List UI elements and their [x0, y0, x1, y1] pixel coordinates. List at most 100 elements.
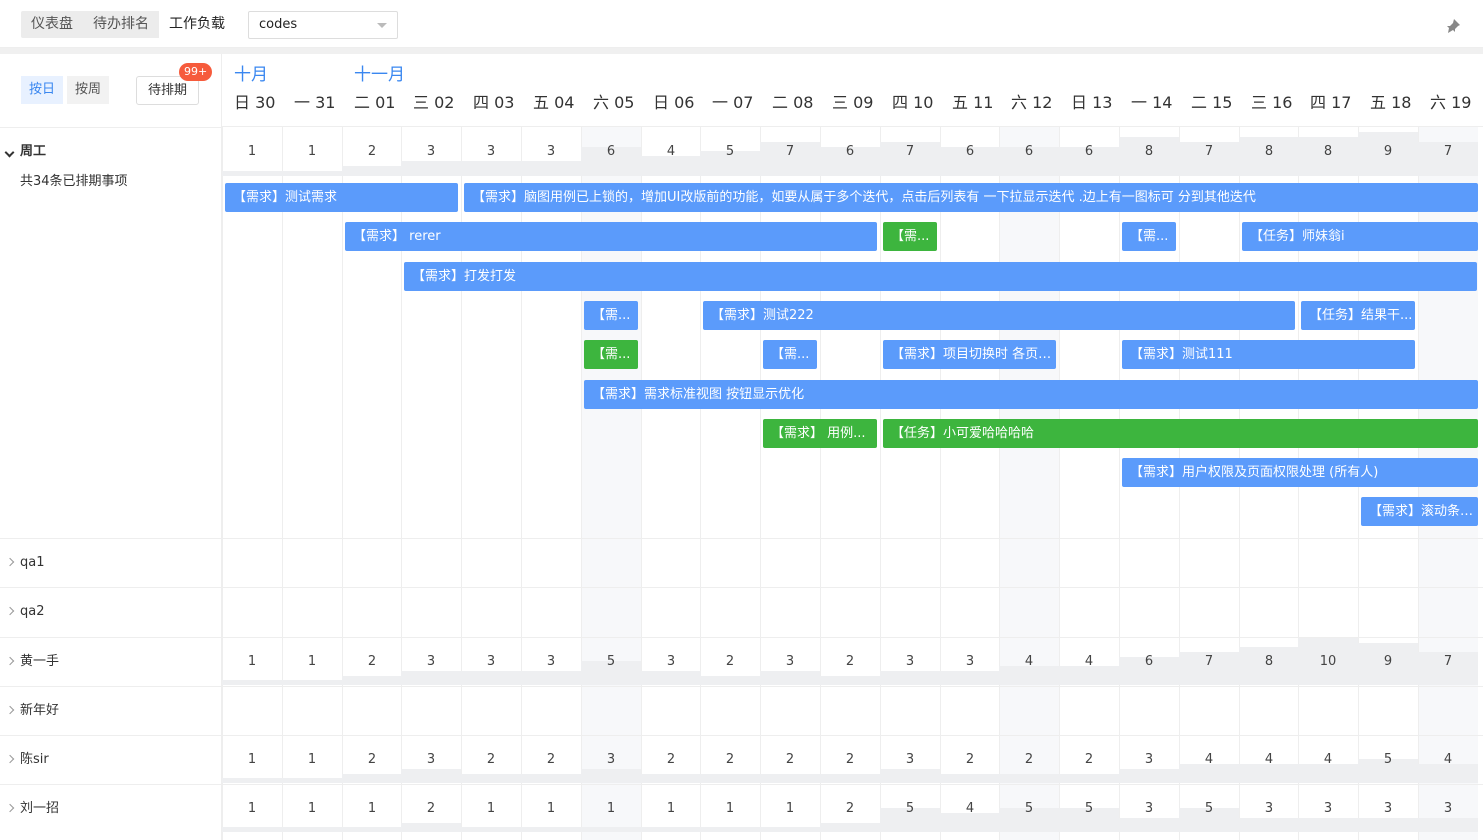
load-count: 8 [1264, 144, 1274, 159]
task-bar[interactable]: 【需... [883, 222, 937, 252]
load-count: 2 [426, 801, 436, 816]
load-count: 2 [546, 752, 556, 767]
pending-badge: 99+ [179, 63, 213, 81]
task-bar[interactable]: 【需求】用户权限及页面权限处理 (所有人) [1122, 458, 1478, 488]
day-header: 一 31 [294, 93, 336, 112]
chevron-right-icon[interactable] [5, 803, 15, 813]
calendar-grid: 日 30 一 31 二 01 三 02 四 03 五 04 六 05 日 06 一 07 二 08… [222, 54, 1483, 840]
load-count: 2 [367, 144, 377, 159]
chevron-right-icon[interactable] [5, 656, 15, 666]
load-count: 1 [307, 654, 317, 669]
day-header: 三 09 [832, 93, 874, 112]
load-count: 2 [1024, 752, 1034, 767]
load-count: 4 [1323, 752, 1333, 767]
member-row[interactable]: 黄一手 [0, 637, 222, 686]
tab-dashboard[interactable]: 仪表盘 [21, 11, 83, 38]
pin-icon[interactable] [1445, 18, 1461, 34]
load-count: 3 [546, 654, 556, 669]
load-count: 3 [1443, 801, 1453, 816]
view-tabs: 仪表盘 待办排名 工作负载 [21, 11, 235, 38]
task-bar[interactable]: 【需求】打发打发 [404, 261, 1477, 291]
load-count: 2 [965, 752, 975, 767]
tab-workload[interactable]: 工作负载 [159, 11, 235, 38]
task-bar[interactable]: 【需... [763, 340, 817, 370]
load-count: 1 [486, 801, 496, 816]
load-count: 5 [1084, 801, 1094, 816]
day-header: 二 15 [1191, 93, 1233, 112]
day-header: 六 19 [1430, 93, 1472, 112]
load-count: 9 [1383, 654, 1393, 669]
by-week-button[interactable]: 按周 [67, 76, 110, 104]
chevron-down-icon[interactable] [4, 147, 15, 158]
load-count: 3 [546, 144, 556, 159]
task-bar[interactable]: 【任务】结果干... [1301, 300, 1415, 330]
chevron-right-icon[interactable] [5, 754, 15, 764]
day-header: 三 02 [413, 93, 455, 112]
project-select-value: codes [259, 17, 298, 32]
load-count: 4 [1264, 752, 1274, 767]
load-count: 2 [845, 654, 855, 669]
top-bar: 仪表盘 待办排名 工作负载 codes [0, 0, 1483, 48]
day-header: 四 03 [473, 93, 515, 112]
chevron-right-icon[interactable] [5, 705, 15, 715]
load-count: 2 [1084, 752, 1094, 767]
chevron-right-icon[interactable] [5, 557, 15, 567]
task-bar[interactable]: 【需求】滚动条做成 [1361, 497, 1478, 527]
member-row[interactable]: qa1 [0, 538, 222, 587]
tab-todo-ranking[interactable]: 待办排名 [83, 11, 159, 38]
load-count: 2 [725, 654, 735, 669]
task-bar[interactable]: 【需... [1122, 222, 1176, 252]
group-summary: 共34条已排期事项 [20, 174, 128, 189]
load-count: 5 [1024, 801, 1034, 816]
column-divider [342, 127, 343, 840]
load-count: 2 [367, 654, 377, 669]
task-bar[interactable]: 【需求】测试111 [1122, 340, 1415, 370]
task-bar[interactable]: 【任务】小可爱哈哈哈哈 [883, 418, 1478, 448]
row-divider [222, 587, 1483, 588]
task-bar[interactable]: 【需求】测试需求 [225, 183, 458, 212]
task-bar[interactable]: 【需求】 rerer [345, 222, 877, 252]
load-count: 3 [1264, 801, 1274, 816]
load-count: 5 [606, 654, 616, 669]
group-name[interactable]: 周工 [20, 143, 46, 161]
column-divider [282, 127, 283, 840]
load-count: 3 [1383, 801, 1393, 816]
project-select[interactable]: codes [248, 11, 398, 39]
load-count: 7 [905, 144, 915, 159]
load-count: 1 [247, 654, 257, 669]
load-count: 5 [725, 144, 735, 159]
member-row[interactable]: qa2 [0, 587, 222, 636]
day-header: 六 05 [593, 93, 635, 112]
load-count: 4 [1204, 752, 1214, 767]
load-count: 4 [1024, 654, 1034, 669]
task-bar[interactable]: 【需求】项目切换时 各页刷新 (所有... [883, 340, 1056, 370]
load-count: 4 [1443, 752, 1453, 767]
load-count: 2 [486, 752, 496, 767]
load-count: 1 [666, 801, 676, 816]
load-count: 8 [1144, 144, 1154, 159]
column-divider [1119, 127, 1120, 840]
task-bar[interactable]: 【需求】需求标准视图 按钮显示优化 [584, 379, 1478, 409]
load-count: 1 [307, 752, 317, 767]
member-name: 刘一招 [20, 801, 60, 816]
task-bar[interactable]: 【需求】脑图用例已上锁的，增加UI改版前的功能，如要从属于多个迭代，点击后列表有… [464, 183, 1478, 212]
member-panel: 按日 按周 待排期 99+ 周工 共34条已排期事项 qa1 qa2 黄一手 新年好陈… [0, 54, 222, 840]
member-row[interactable]: 刘一招 [0, 784, 222, 833]
task-bar[interactable]: 【需求】 用例... [763, 418, 877, 448]
task-bar[interactable]: 【需... [584, 300, 638, 330]
load-count: 1 [247, 752, 257, 767]
day-header: 五 18 [1370, 93, 1412, 112]
load-count: 7 [1443, 144, 1453, 159]
member-row[interactable]: 陈sir [0, 735, 222, 784]
load-count: 6 [965, 144, 975, 159]
load-count: 3 [486, 144, 496, 159]
by-day-button[interactable]: 按日 [21, 76, 64, 104]
task-bar[interactable]: 【需... [584, 340, 638, 370]
chevron-right-icon[interactable] [5, 606, 15, 616]
task-bar[interactable]: 【任务】师妹翁i [1242, 222, 1478, 252]
load-count: 3 [1144, 752, 1154, 767]
member-row[interactable]: 新年好 [0, 686, 222, 735]
load-count: 3 [785, 654, 795, 669]
load-count: 2 [845, 801, 855, 816]
task-bar[interactable]: 【需求】测试222 [703, 300, 1295, 330]
